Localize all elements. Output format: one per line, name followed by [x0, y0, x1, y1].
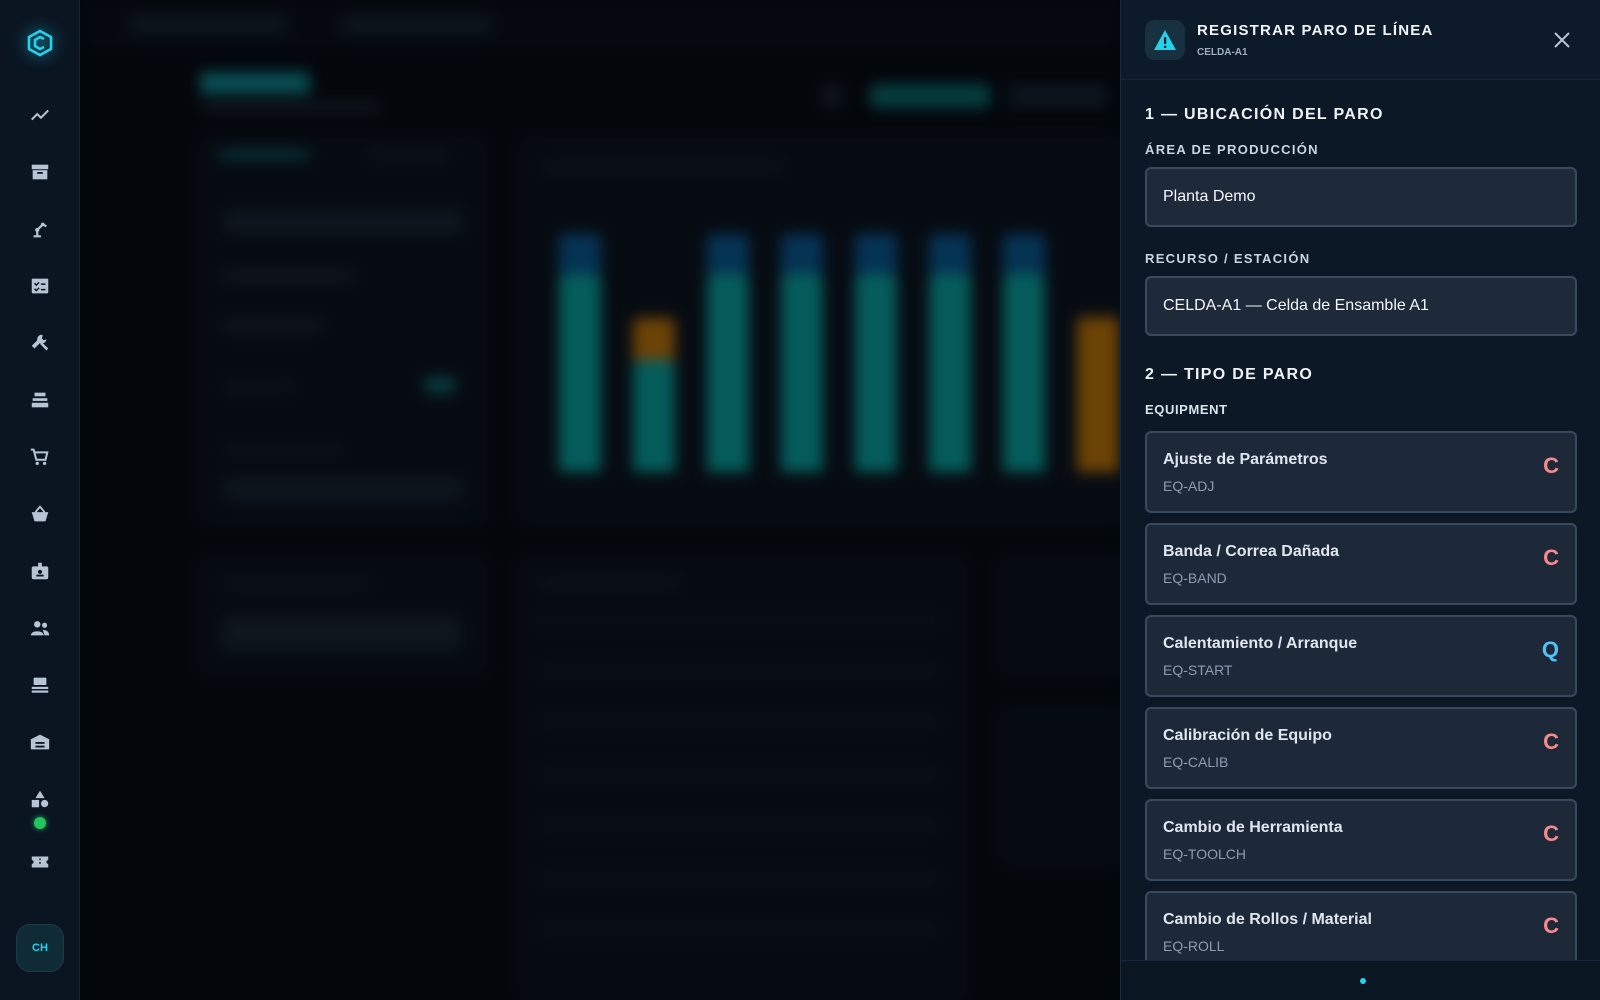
option-tag: Q	[1541, 637, 1559, 662]
checklist-icon	[31, 278, 48, 293]
status-indicator	[33, 817, 46, 829]
nav-purchasing[interactable]	[12, 428, 68, 485]
basket-icon	[31, 504, 48, 521]
step-indicator-dot	[1359, 977, 1366, 984]
nav-robotics[interactable]	[12, 200, 68, 257]
section-type-title: 2 — TIPO DE PARO	[1145, 366, 1314, 383]
resource-label: RECURSO / ESTACIÓN	[1145, 251, 1311, 266]
nav-analytics[interactable]	[12, 86, 68, 143]
option-name: Calentamiento / Arranque	[1163, 635, 1358, 652]
ticket-icon	[31, 856, 48, 867]
trend-chart-icon	[30, 109, 49, 120]
area-field[interactable]: Planta Demo	[1145, 167, 1577, 227]
stoppage-option[interactable]: Calentamiento / Arranque EQ-START Q	[1145, 615, 1577, 697]
close-button[interactable]	[1548, 26, 1576, 54]
option-code: EQ-ADJ	[1163, 478, 1215, 494]
option-code: EQ-START	[1163, 662, 1233, 678]
close-icon	[1554, 31, 1570, 48]
option-tag: C	[1543, 545, 1559, 570]
wrench-icon	[31, 334, 48, 350]
warning-badge	[1145, 19, 1185, 60]
warehouse-icon	[30, 734, 49, 749]
resource-field[interactable]: CELDA-A1 — Celda de Ensamble A1	[1145, 276, 1577, 336]
option-name: Ajuste de Parámetros	[1163, 451, 1328, 468]
nav-quality[interactable]	[12, 257, 68, 314]
panel-header: REGISTRAR PARO DE LÍNEA CELDA-A1	[1121, 0, 1600, 80]
option-tag: C	[1543, 453, 1559, 478]
option-tag: C	[1543, 913, 1559, 938]
section-location-title: 1 — UBICACIÓN DEL PARO	[1145, 106, 1384, 123]
panel-body[interactable]: 1 — UBICACIÓN DEL PARO ÁREA DE PRODUCCIÓ…	[1121, 80, 1600, 960]
area-value: Planta Demo	[1163, 188, 1256, 205]
stoppage-option[interactable]: Cambio de Herramienta EQ-TOOLCH C	[1145, 799, 1577, 881]
background-dashboard	[80, 0, 1120, 1000]
stoppage-option[interactable]: Banda / Correa Dañada EQ-BAND C	[1145, 523, 1577, 605]
option-name: Calibración de Equipo	[1163, 727, 1332, 744]
sidebar: CH	[0, 0, 80, 1000]
panel-title-block: REGISTRAR PARO DE LÍNEA CELDA-A1	[1197, 22, 1548, 58]
option-code: EQ-CALIB	[1163, 754, 1229, 770]
option-code: EQ-TOOLCH	[1163, 846, 1246, 862]
group-label-equipment: EQUIPMENT	[1145, 402, 1228, 417]
option-tag: C	[1543, 821, 1559, 846]
option-tag: C	[1543, 729, 1559, 754]
logo-icon	[27, 29, 52, 57]
modal-overlay[interactable]	[80, 0, 1120, 1000]
stoppage-option[interactable]: Cambio de Rollos / Material EQ-ROLL C	[1145, 891, 1577, 960]
workstation-icon	[31, 677, 48, 693]
id-badge-icon	[31, 562, 48, 579]
shapes-icon	[31, 790, 48, 807]
robot-arm-icon	[33, 222, 47, 237]
panel-title: REGISTRAR PARO DE LÍNEA	[1197, 21, 1434, 39]
stoppage-option[interactable]: Ajuste de Parámetros EQ-ADJ C	[1145, 431, 1577, 513]
machine-icon	[31, 392, 48, 407]
nav-inventory[interactable]	[12, 143, 68, 200]
option-code: EQ-ROLL	[1163, 938, 1225, 954]
option-name: Banda / Correa Dañada	[1163, 543, 1340, 560]
nav-warehouse[interactable]	[12, 713, 68, 770]
register-stoppage-panel: REGISTRAR PARO DE LÍNEA CELDA-A1 1 — UBI…	[1120, 0, 1600, 1000]
panel-subtitle: CELDA-A1	[1197, 46, 1248, 58]
warning-icon	[1154, 29, 1176, 50]
panel-footer	[1121, 960, 1600, 1000]
archive-box-icon	[31, 164, 48, 179]
nav-machines[interactable]	[12, 371, 68, 428]
nav-workstations[interactable]	[12, 656, 68, 713]
nav-employees[interactable]	[12, 542, 68, 599]
user-avatar[interactable]: CH	[16, 924, 64, 972]
resource-value: CELDA-A1 — Celda de Ensamble A1	[1163, 297, 1429, 314]
area-label: ÁREA DE PRODUCCIÓN	[1145, 142, 1319, 157]
option-code: EQ-BAND	[1163, 570, 1227, 586]
stoppage-option[interactable]: Calibración de Equipo EQ-CALIB C	[1145, 707, 1577, 789]
nav-sales[interactable]	[12, 485, 68, 542]
nav-users[interactable]	[12, 599, 68, 656]
option-name: Cambio de Herramienta	[1163, 819, 1343, 836]
option-name: Cambio de Rollos / Material	[1163, 911, 1372, 928]
users-icon	[30, 620, 49, 635]
cart-icon	[30, 448, 49, 465]
nav-tickets[interactable]	[12, 833, 68, 890]
nav-maintenance[interactable]	[12, 314, 68, 371]
app-logo[interactable]	[0, 0, 80, 86]
